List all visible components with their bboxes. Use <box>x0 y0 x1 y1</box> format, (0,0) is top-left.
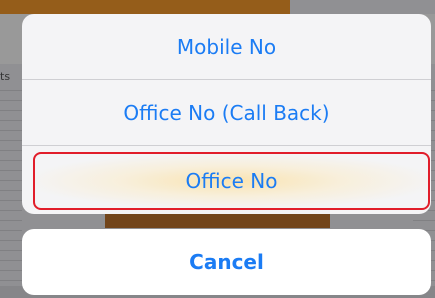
cancel-button-label: Cancel <box>189 250 264 274</box>
option-office-no-call-back[interactable]: Office No (Call Back) <box>22 80 431 146</box>
option-mobile-no[interactable]: Mobile No <box>22 14 431 80</box>
option-office-no-label: Office No <box>185 169 278 193</box>
cancel-button[interactable]: Cancel <box>22 229 431 295</box>
option-office-no-call-back-label: Office No (Call Back) <box>123 100 330 125</box>
option-office-no[interactable]: Office No <box>33 152 430 210</box>
option-mobile-no-label: Mobile No <box>176 34 277 59</box>
